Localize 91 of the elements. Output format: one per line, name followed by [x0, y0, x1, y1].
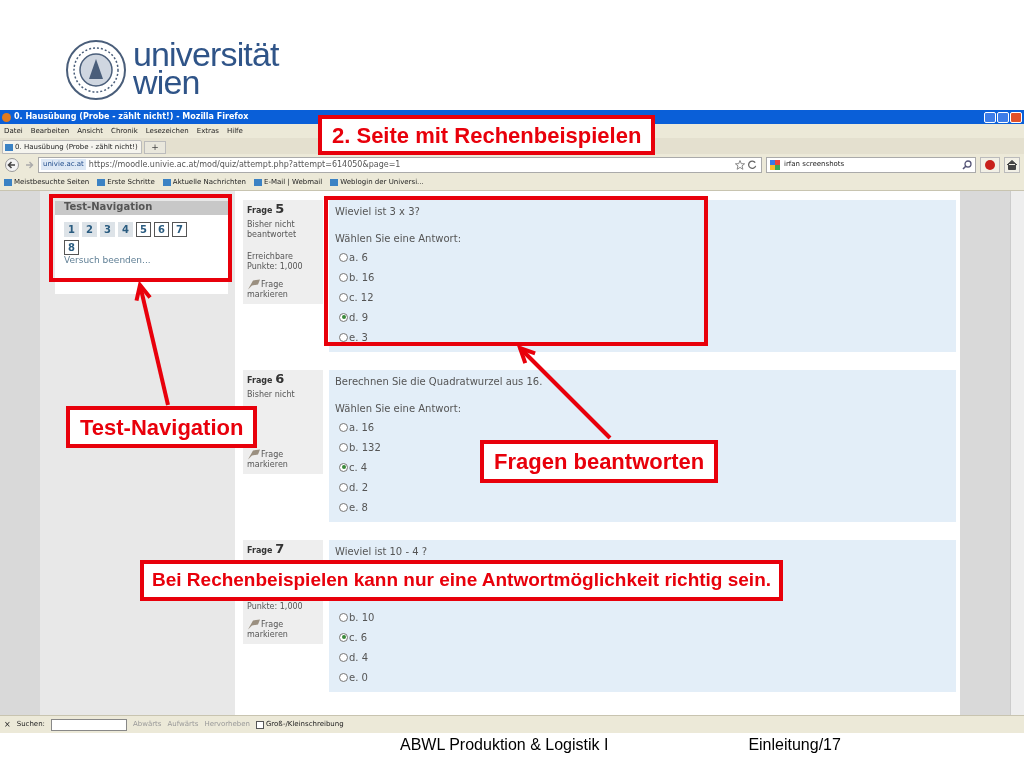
reload-icon[interactable] [748, 160, 757, 169]
restore-button[interactable] [997, 111, 1009, 123]
bookmark-icon [162, 179, 171, 186]
slide-number: Einleitung/17 [748, 735, 841, 755]
bookmark-icon [97, 179, 106, 186]
flag-icon [247, 619, 261, 630]
radio-button[interactable] [339, 482, 348, 492]
answer-option[interactable]: d. 9 [349, 310, 369, 324]
answer-prompt: Wählen Sie eine Antwort: [335, 232, 462, 245]
answer-option[interactable]: c. 12 [349, 290, 374, 304]
answer-prompt: Wählen Sie eine Antwort: [335, 402, 462, 415]
radio-button[interactable] [339, 272, 348, 282]
radio-button[interactable] [339, 462, 348, 472]
answer-option[interactable]: a. 16 [349, 420, 375, 434]
new-tab-button[interactable]: + [144, 141, 166, 154]
close-button[interactable] [1010, 111, 1022, 123]
home-icon[interactable] [1004, 156, 1020, 173]
answer-option[interactable]: a. 6 [349, 250, 368, 264]
answer-option[interactable]: c. 6 [349, 630, 368, 644]
answer-status: beantwortet [247, 230, 298, 240]
window-title: 0. Hausübung (Probe - zählt nicht!) - Mozilla Firefox [14, 111, 249, 123]
flag-question-link[interactable]: Frage markieren [247, 619, 288, 640]
question-nav-button[interactable]: 5 [136, 222, 151, 237]
flag-question-link[interactable]: Frage markieren [247, 279, 288, 300]
university-logo-text: universität [133, 40, 279, 68]
question-nav-button[interactable]: 8 [64, 240, 79, 255]
callout-label: Bei Rechenbeispielen kann nur eine Antwortmöglichkeit richtig sein. [140, 560, 784, 601]
question-nav-button[interactable]: 1 [64, 222, 79, 237]
answer-status: Bisher nicht [247, 390, 296, 400]
radio-button[interactable] [339, 632, 348, 642]
scrollbar[interactable] [1010, 191, 1024, 715]
question-text: Wieviel ist 3 x 3? [335, 205, 421, 218]
radio-button[interactable] [339, 252, 348, 262]
points-text: Punkte: 1,000 [247, 262, 304, 272]
finish-attempt-link[interactable]: Versuch beenden... [55, 255, 151, 265]
question-nav-button[interactable]: 7 [172, 222, 187, 237]
bookmark-icon [254, 179, 262, 186]
flag-icon [247, 449, 261, 460]
points-text: Punkte: 1,000 [247, 602, 304, 612]
university-logo-text: wien [133, 68, 200, 96]
flag-question-link[interactable]: Frage markieren [247, 449, 288, 470]
radio-button[interactable] [339, 502, 348, 512]
answer-option[interactable]: b. 132 [349, 440, 381, 454]
points-text: Erreichbare [247, 252, 294, 262]
radio-button[interactable] [339, 312, 348, 322]
search-engine-icon[interactable] [770, 159, 780, 170]
radio-button[interactable] [339, 612, 348, 622]
star-icon[interactable] [735, 159, 745, 170]
answer-option[interactable]: d. 2 [349, 480, 369, 494]
search-icon[interactable] [962, 159, 972, 170]
question-text: Wieviel ist 10 - 4 ? [335, 545, 429, 558]
question-nav-button[interactable]: 3 [100, 222, 115, 237]
minimize-button[interactable] [984, 111, 996, 123]
radio-button[interactable] [339, 672, 348, 682]
question-number: Frage 5 [247, 204, 286, 216]
answer-status: Bisher nicht [247, 220, 296, 230]
question-text: Berechnen Sie die Quadratwurzel aus 16. [335, 375, 544, 388]
radio-button[interactable] [339, 422, 348, 432]
answer-option[interactable]: e. 0 [349, 670, 368, 684]
question-nav-button[interactable]: 4 [118, 222, 133, 237]
answer-option[interactable]: e. 8 [349, 500, 368, 514]
answer-option[interactable]: d. 4 [349, 650, 369, 664]
radio-button[interactable] [339, 442, 348, 452]
radio-button[interactable] [339, 652, 348, 662]
radio-button[interactable] [339, 332, 348, 342]
callout-label: Test-Navigation [66, 406, 258, 448]
question-nav-button[interactable]: 2 [82, 222, 97, 237]
question-number: Frage 6 [247, 374, 286, 386]
browser-icon [2, 112, 11, 122]
seal-icon [65, 39, 127, 101]
question-number: Frage 7 [247, 544, 286, 556]
navigation-title: Test-Navigation [55, 201, 228, 215]
footer-title: ABWL Produktion & Logistik I [400, 735, 609, 755]
radio-button[interactable] [339, 292, 348, 302]
question-nav-button[interactable]: 6 [154, 222, 169, 237]
answer-option[interactable]: e. 3 [349, 330, 368, 344]
close-find-bar-button[interactable]: × [4, 718, 11, 731]
back-icon[interactable] [4, 157, 20, 172]
callout-label: 2. Seite mit Rechenbeispielen [318, 115, 656, 155]
bookmark-icon [4, 179, 12, 186]
checkbox[interactable] [255, 720, 264, 729]
answer-option[interactable]: b. 16 [349, 270, 375, 284]
bookmark-icon [330, 179, 339, 186]
site-icon [5, 143, 13, 151]
callout-label: Fragen beantworten [480, 440, 719, 483]
addon-button[interactable] [980, 156, 1000, 173]
answer-option[interactable]: c. 4 [349, 460, 368, 474]
find-input[interactable] [51, 718, 127, 731]
url-text: https://moodle.univie.ac.at/mod/quiz/attempt.php?attempt=614050&page=1 [88, 158, 401, 171]
flag-icon [247, 279, 261, 290]
answer-option[interactable]: b. 10 [349, 610, 375, 624]
